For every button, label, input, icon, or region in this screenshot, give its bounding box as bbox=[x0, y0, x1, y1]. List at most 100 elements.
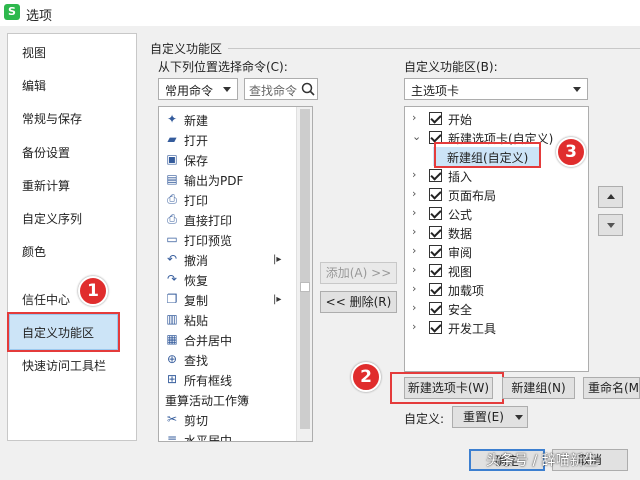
command-label: 输出为PDF bbox=[184, 174, 244, 188]
sidebar-item-recalculate[interactable]: 重新计算 bbox=[22, 177, 70, 194]
customize-ribbon-label: 自定义功能区(B): bbox=[404, 60, 498, 74]
save-icon: ▣ bbox=[166, 152, 178, 166]
tab-checkbox[interactable] bbox=[429, 226, 442, 239]
options-sidebar: 视图 编辑 常规与保存 备份设置 重新计算 自定义序列 颜色 信任中心 自定义功… bbox=[7, 33, 137, 441]
command-item[interactable]: ↶ 撤消 |▸ bbox=[159, 250, 294, 270]
command-item[interactable]: 重算活动工作簿 bbox=[159, 390, 294, 410]
sidebar-item-general-save[interactable]: 常规与保存 bbox=[22, 110, 82, 127]
expand-icon[interactable]: › bbox=[412, 206, 416, 219]
sidebar-item-backup[interactable]: 备份设置 bbox=[22, 144, 70, 161]
expand-icon[interactable]: › bbox=[412, 263, 416, 276]
expand-icon[interactable]: › bbox=[412, 244, 416, 257]
sidebar-item-view[interactable]: 视图 bbox=[22, 44, 46, 61]
expand-icon[interactable]: › bbox=[412, 168, 416, 181]
tab-checkbox[interactable] bbox=[429, 112, 442, 125]
tree-tab-item[interactable]: › 视图 bbox=[405, 261, 588, 280]
sidebar-item-custom-lists[interactable]: 自定义序列 bbox=[22, 210, 82, 227]
sidebar-item-color[interactable]: 颜色 bbox=[22, 243, 46, 260]
command-label: 查找 bbox=[184, 354, 209, 368]
remove-button[interactable]: << 删除(R) bbox=[320, 291, 397, 313]
expand-icon[interactable]: › bbox=[412, 301, 416, 314]
scrollbar-thumb[interactable] bbox=[300, 109, 310, 429]
command-item[interactable]: ⊞ 所有框线 bbox=[159, 370, 294, 390]
command-item[interactable]: ▥ 粘贴 bbox=[159, 310, 294, 330]
reset-dropdown-button[interactable]: 重置(E) bbox=[452, 406, 528, 428]
move-down-button[interactable] bbox=[598, 214, 623, 236]
expand-icon[interactable]: › bbox=[412, 187, 416, 200]
command-item[interactable]: ▤ 输出为PDF bbox=[159, 170, 294, 190]
sidebar-item-quick-access-toolbar[interactable]: 快速访问工具栏 bbox=[22, 357, 106, 374]
expand-icon[interactable]: › bbox=[412, 111, 416, 124]
chevron-down-icon bbox=[573, 87, 581, 92]
collapse-icon[interactable]: ⌄ bbox=[412, 130, 421, 143]
customize-ribbon-dropdown[interactable]: 主选项卡 bbox=[404, 78, 588, 100]
command-item[interactable]: ▣ 保存 bbox=[159, 150, 294, 170]
command-label: 保存 bbox=[184, 154, 209, 168]
tab-checkbox[interactable] bbox=[429, 283, 442, 296]
command-item[interactable]: ▰ 打开 bbox=[159, 130, 294, 150]
redo-icon: ↷ bbox=[166, 272, 178, 286]
chevron-down-icon bbox=[223, 87, 231, 92]
arrow-up-icon bbox=[607, 194, 615, 199]
tab-checkbox[interactable] bbox=[429, 264, 442, 277]
tree-tab-item[interactable]: › 开始 bbox=[405, 109, 588, 128]
tree-tab-item[interactable]: › 安全 bbox=[405, 299, 588, 318]
align-center-icon: ≡ bbox=[166, 432, 178, 442]
tree-tab-item[interactable]: › 审阅 bbox=[405, 242, 588, 261]
reset-label: 重置(E) bbox=[463, 410, 504, 424]
tree-tab-item[interactable]: › 开发工具 bbox=[405, 318, 588, 337]
tab-checkbox[interactable] bbox=[429, 188, 442, 201]
command-label: 合并居中 bbox=[184, 334, 233, 348]
tree-tab-item[interactable]: › 页面布局 bbox=[405, 185, 588, 204]
tree-tab-item[interactable]: › 插入 bbox=[405, 166, 588, 185]
sidebar-item-edit[interactable]: 编辑 bbox=[22, 77, 46, 94]
tree-tab-item[interactable]: › 数据 bbox=[405, 223, 588, 242]
tab-checkbox[interactable] bbox=[429, 169, 442, 182]
search-placeholder: 查找命令 bbox=[249, 84, 298, 98]
command-list[interactable]: ✦ 新建 ▰ 打开 ▣ 保存 ▤ 输出为PDF ⎙ 打印 ⎙ 直接打印 ▭ 打印预览 ↶ 撤消 |▸ ↷ 恢复 ❐ 复制… bbox=[158, 106, 313, 442]
command-item[interactable]: ✦ 新建 bbox=[159, 110, 294, 130]
tree-tab-item[interactable]: › 公式 bbox=[405, 204, 588, 223]
window-title: 选项 bbox=[26, 9, 53, 24]
tab-checkbox[interactable] bbox=[429, 207, 442, 220]
move-up-button[interactable] bbox=[598, 186, 623, 208]
command-item[interactable]: ▭ 打印预览 bbox=[159, 230, 294, 250]
command-item[interactable]: ≡ 水平居中 bbox=[159, 430, 294, 442]
expand-icon[interactable]: › bbox=[412, 225, 416, 238]
tree-item-label: 视图 bbox=[448, 265, 473, 279]
customize-ribbon-value: 主选项卡 bbox=[411, 84, 460, 98]
command-item[interactable]: ❐ 复制 |▸ bbox=[159, 290, 294, 310]
direct-print-icon: ⎙ bbox=[167, 212, 177, 226]
tab-checkbox[interactable] bbox=[429, 245, 442, 258]
folder-open-icon: ▰ bbox=[167, 132, 177, 146]
expand-icon[interactable]: › bbox=[412, 320, 416, 333]
tree-tab-item[interactable]: › 加载项 bbox=[405, 280, 588, 299]
add-button[interactable]: 添加(A) >> bbox=[320, 262, 397, 284]
command-item[interactable]: ✂ 剪切 bbox=[159, 410, 294, 430]
new-doc-icon: ✦ bbox=[166, 112, 178, 126]
expand-icon[interactable]: › bbox=[412, 282, 416, 295]
command-search-input[interactable]: 查找命令 bbox=[244, 78, 318, 100]
step-badge-3: 3 bbox=[556, 137, 586, 167]
tree-item-label: 插入 bbox=[448, 170, 473, 184]
command-label: 新建 bbox=[184, 114, 209, 128]
sidebar-item-trust-center[interactable]: 信任中心 bbox=[22, 291, 70, 308]
new-group-button[interactable]: 新建组(N) bbox=[502, 377, 575, 399]
command-item[interactable]: ↷ 恢复 bbox=[159, 270, 294, 290]
command-item[interactable]: ⎙ 直接打印 bbox=[159, 210, 294, 230]
command-item[interactable]: ▦ 合并居中 bbox=[159, 330, 294, 350]
command-item[interactable]: ⊕ 查找 bbox=[159, 350, 294, 370]
command-list-scrollbar[interactable] bbox=[296, 107, 312, 441]
command-label: 打印预览 bbox=[184, 234, 233, 248]
tree-item-label: 开始 bbox=[448, 113, 473, 127]
rename-button[interactable]: 重命名(M) bbox=[583, 377, 640, 399]
command-item[interactable]: ⎙ 打印 bbox=[159, 190, 294, 210]
tab-checkbox[interactable] bbox=[429, 302, 442, 315]
undo-icon: ↶ bbox=[166, 252, 178, 266]
chevron-down-icon bbox=[515, 415, 523, 420]
choose-from-dropdown[interactable]: 常用命令 bbox=[158, 78, 238, 100]
command-label: 撤消 bbox=[184, 254, 209, 268]
watermark: 头条号 / 辞喵新生 bbox=[486, 453, 598, 469]
tab-checkbox[interactable] bbox=[429, 321, 442, 334]
step-badge-1: 1 bbox=[78, 276, 108, 306]
